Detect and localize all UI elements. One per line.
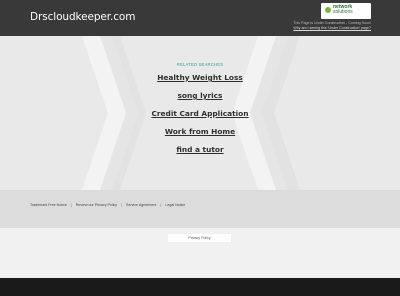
search-link-credit-card-application[interactable]: Credit Card Application xyxy=(0,109,400,118)
search-link-song-lyrics[interactable]: song lyrics xyxy=(0,91,400,100)
network-solutions-logo[interactable]: network solutions xyxy=(321,3,371,19)
footer-separator: | xyxy=(160,203,162,207)
footer-links: Trademark Free Notice | Review our Priva… xyxy=(30,203,185,207)
footer-link-legal-notice[interactable]: Legal Notice xyxy=(165,203,185,207)
search-link-find-a-tutor[interactable]: find a tutor xyxy=(0,145,400,154)
related-searches-label: RELATED SEARCHES xyxy=(176,62,224,67)
header-bar: Drscloudkeeper.com network solutions Thi… xyxy=(0,0,400,36)
bottom-area: Privacy Policy xyxy=(0,228,400,278)
construction-info-link[interactable]: Why am I seeing this 'Under Construction… xyxy=(293,26,371,31)
search-link-healthy-weight-loss[interactable]: Healthy Weight Loss xyxy=(0,73,400,82)
construction-notice: This Page is Under Construction - Coming… xyxy=(293,21,371,25)
logo-text-line2: solutions xyxy=(333,9,353,15)
search-link-work-from-home[interactable]: Work from Home xyxy=(0,127,400,136)
bottom-bar xyxy=(0,278,400,296)
footer-link-service-agreement[interactable]: Service Agreement xyxy=(126,203,156,207)
related-searches-panel: RELATED SEARCHES Healthy Weight Loss son… xyxy=(0,36,400,190)
footer-separator: | xyxy=(121,203,123,207)
privacy-policy-button[interactable]: Privacy Policy xyxy=(168,234,231,242)
logo-mark-icon xyxy=(325,7,331,13)
footer: Trademark Free Notice | Review our Priva… xyxy=(0,190,400,228)
site-title: Drscloudkeeper.com xyxy=(30,11,136,23)
footer-separator: | xyxy=(70,203,72,207)
footer-link-privacy[interactable]: Review our Privacy Policy xyxy=(76,203,117,207)
footer-link-trademark[interactable]: Trademark Free Notice xyxy=(30,203,67,207)
